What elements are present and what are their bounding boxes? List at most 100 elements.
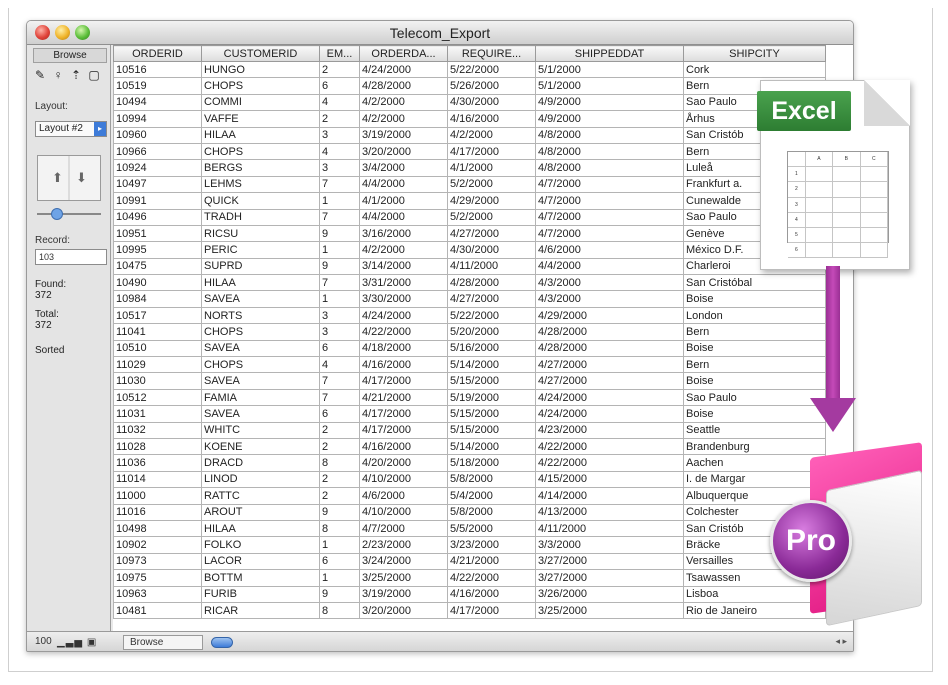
- table-cell[interactable]: 3: [319, 126, 360, 144]
- table-cell[interactable]: 3/20/2000: [359, 601, 448, 620]
- table-cell[interactable]: 5/26/2000: [447, 77, 536, 95]
- table-cell[interactable]: 4/22/2000: [535, 437, 684, 456]
- table-cell[interactable]: 10924: [113, 159, 202, 177]
- table-cell[interactable]: 4/3/2000: [535, 290, 684, 308]
- table-cell[interactable]: LEHMS: [201, 175, 320, 194]
- table-cell[interactable]: 4/28/2000: [535, 339, 684, 358]
- table-cell[interactable]: 5/2/2000: [447, 208, 536, 226]
- table-cell[interactable]: 4/30/2000: [447, 93, 536, 112]
- table-cell[interactable]: 4/16/2000: [447, 585, 536, 603]
- table-cell[interactable]: 3/27/2000: [535, 569, 684, 587]
- column-header[interactable]: CUSTOMERID: [201, 45, 320, 62]
- table-cell[interactable]: 2: [319, 110, 360, 128]
- table-cell[interactable]: 10517: [113, 306, 202, 325]
- table-cell[interactable]: 4/29/2000: [447, 192, 536, 210]
- table-cell[interactable]: BOTTM: [201, 569, 320, 587]
- table-row[interactable]: 10963 FURIB 9 3/19/2000 4/16/2000 3/26/2000 Li…: [113, 585, 826, 603]
- table-cell[interactable]: 8: [319, 601, 360, 620]
- table-cell[interactable]: 4/13/2000: [535, 503, 684, 521]
- table-row[interactable]: 10902 FOLKO 1 2/23/2000 3/23/2000 3/3/2000 Brä…: [113, 536, 826, 554]
- slider-knob[interactable]: [51, 208, 63, 220]
- sort-icon[interactable]: ⇡: [69, 67, 83, 83]
- table-row[interactable]: 10475 SUPRD 9 3/14/2000 4/11/2000 4/4/2000 Cha…: [113, 257, 826, 276]
- table-cell[interactable]: 10960: [113, 126, 202, 144]
- table-cell[interactable]: 4/4/2000: [359, 175, 448, 194]
- table-cell[interactable]: 4/28/2000: [447, 274, 536, 292]
- table-cell[interactable]: 5/1/2000: [535, 77, 684, 95]
- table-cell[interactable]: RICSU: [201, 224, 320, 243]
- table-cell[interactable]: KOENE: [201, 437, 320, 456]
- table-cell[interactable]: 11030: [113, 372, 202, 390]
- table-cell[interactable]: LINOD: [201, 470, 320, 489]
- table-cell[interactable]: 10951: [113, 224, 202, 243]
- table-cell[interactable]: 5/18/2000: [447, 454, 536, 472]
- table-cell[interactable]: 4/30/2000: [447, 241, 536, 259]
- table-cell[interactable]: 4/16/2000: [447, 110, 536, 128]
- table-cell[interactable]: 4/11/2000: [535, 519, 684, 538]
- table-row[interactable]: 10984 SAVEA 1 3/30/2000 4/27/2000 4/3/2000 Boi…: [113, 290, 826, 308]
- table-cell[interactable]: 5/14/2000: [447, 437, 536, 456]
- table-row[interactable]: 11031 SAVEA 6 4/17/2000 5/15/2000 4/24/2000 Bo…: [113, 405, 826, 423]
- table-cell[interactable]: 4/7/2000: [535, 224, 684, 243]
- table-cell[interactable]: 4/24/2000: [359, 60, 448, 79]
- scroll-arrows-icon[interactable]: ◂ ▸: [835, 636, 847, 647]
- table-cell[interactable]: 5/1/2000: [535, 60, 684, 79]
- table-cell[interactable]: 4/23/2000: [535, 421, 684, 439]
- table-cell[interactable]: AROUT: [201, 503, 320, 521]
- table-cell[interactable]: 3: [319, 306, 360, 325]
- table-cell[interactable]: 4/4/2000: [535, 257, 684, 276]
- table-cell[interactable]: 4/4/2000: [359, 208, 448, 226]
- table-cell[interactable]: 9: [319, 257, 360, 276]
- table-cell[interactable]: 5/22/2000: [447, 306, 536, 325]
- table-cell[interactable]: 4/21/2000: [359, 388, 448, 407]
- table-cell[interactable]: 10966: [113, 142, 202, 161]
- table-cell[interactable]: HUNGO: [201, 60, 320, 79]
- table-cell[interactable]: CHOPS: [201, 142, 320, 161]
- table-cell[interactable]: 10973: [113, 552, 202, 571]
- table-cell[interactable]: 4/10/2000: [359, 503, 448, 521]
- table-cell[interactable]: 4/1/2000: [359, 192, 448, 210]
- table-cell[interactable]: 4/9/2000: [535, 93, 684, 112]
- table-cell[interactable]: HILAA: [201, 126, 320, 144]
- table-cell[interactable]: 5/20/2000: [447, 323, 536, 341]
- table-cell[interactable]: CHOPS: [201, 323, 320, 341]
- table-cell[interactable]: 9: [319, 585, 360, 603]
- table-row[interactable]: 10973 LACOR 6 3/24/2000 4/21/2000 3/27/2000 Ve…: [113, 552, 826, 571]
- table-row[interactable]: 10995 PERIC 1 4/2/2000 4/30/2000 4/6/2000 Méxi…: [113, 241, 826, 259]
- table-row[interactable]: 10924 BERGS 3 3/4/2000 4/1/2000 4/8/2000 Luleå: [113, 159, 826, 177]
- table-row[interactable]: 10519 CHOPS 6 4/28/2000 5/26/2000 5/1/2000 Ber…: [113, 77, 826, 95]
- table-cell[interactable]: 4/7/2000: [359, 519, 448, 538]
- table-cell[interactable]: 5/8/2000: [447, 470, 536, 489]
- table-cell[interactable]: 3/27/2000: [535, 552, 684, 571]
- record-number-field[interactable]: 103: [35, 249, 107, 265]
- zoom-controls-icon[interactable]: ▁▃▅ ▣: [57, 637, 97, 648]
- table-cell[interactable]: 5/15/2000: [447, 372, 536, 390]
- column-header[interactable]: EM...: [319, 45, 360, 62]
- table-cell[interactable]: 10902: [113, 536, 202, 554]
- table-cell[interactable]: 10963: [113, 585, 202, 603]
- table-cell[interactable]: 10496: [113, 208, 202, 226]
- table-cell[interactable]: 4/17/2000: [447, 142, 536, 161]
- table-cell[interactable]: 10995: [113, 241, 202, 259]
- table-cell[interactable]: Boise: [683, 339, 826, 358]
- table-cell[interactable]: 2: [319, 470, 360, 489]
- table-cell[interactable]: 4/11/2000: [447, 257, 536, 276]
- table-cell[interactable]: 4/27/2000: [535, 356, 684, 374]
- column-header[interactable]: SHIPCITY: [683, 45, 826, 62]
- table-cell[interactable]: 7: [319, 372, 360, 390]
- find-icon[interactable]: ♀: [51, 67, 65, 83]
- table-cell[interactable]: 4/17/2000: [359, 372, 448, 390]
- table-cell[interactable]: 10512: [113, 388, 202, 407]
- table-cell[interactable]: 10498: [113, 519, 202, 538]
- table-cell[interactable]: 4/24/2000: [359, 306, 448, 325]
- table-row[interactable]: 11014 LINOD 2 4/10/2000 5/8/2000 4/15/2000 I. …: [113, 470, 826, 489]
- table-cell[interactable]: 4/17/2000: [359, 405, 448, 423]
- table-cell[interactable]: PERIC: [201, 241, 320, 259]
- table-row[interactable]: 11016 AROUT 9 4/10/2000 5/8/2000 4/13/2000 Col…: [113, 503, 826, 521]
- table-cell[interactable]: 4/22/2000: [535, 454, 684, 472]
- table-cell[interactable]: 4/2/2000: [359, 241, 448, 259]
- table-cell[interactable]: 4/8/2000: [535, 142, 684, 161]
- table-cell[interactable]: 10994: [113, 110, 202, 128]
- table-cell[interactable]: Boise: [683, 290, 826, 308]
- table-row[interactable]: 11041 CHOPS 3 4/22/2000 5/20/2000 4/28/2000 Be…: [113, 323, 826, 341]
